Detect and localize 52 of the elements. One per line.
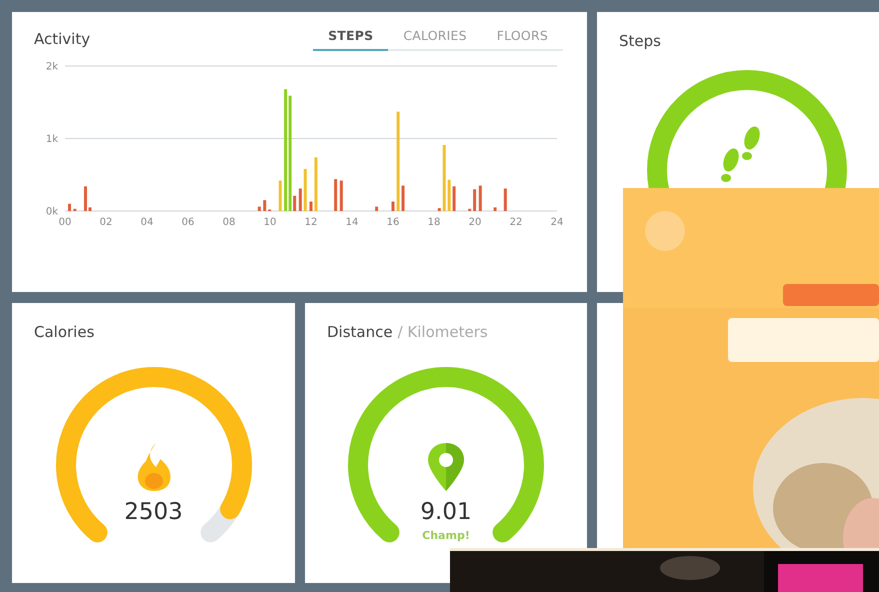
card-title: Activity bbox=[34, 30, 90, 48]
bar bbox=[304, 168, 307, 211]
axis-label: 0k bbox=[46, 206, 58, 218]
bar bbox=[73, 208, 76, 211]
axis-label: 14 bbox=[346, 217, 358, 228]
map-pin-icon bbox=[426, 441, 466, 493]
axis-label: 12 bbox=[304, 217, 318, 228]
status-label: Champ! bbox=[421, 529, 471, 542]
bar bbox=[402, 186, 405, 211]
bar bbox=[392, 202, 394, 211]
bar bbox=[314, 157, 318, 211]
chart-tab[interactable]: CALORIES bbox=[388, 28, 482, 51]
distance-value: 9.01 bbox=[419, 499, 473, 525]
bar bbox=[468, 208, 472, 211]
axis-label: 1k bbox=[46, 134, 58, 145]
bar bbox=[278, 180, 282, 211]
bar bbox=[68, 204, 71, 211]
axis-label: 2k bbox=[46, 62, 58, 72]
axis-label: 16 bbox=[386, 217, 400, 228]
unit-label: / Kilometers bbox=[398, 323, 488, 341]
bar bbox=[88, 207, 92, 211]
bar bbox=[334, 179, 338, 211]
axis-label: 18 bbox=[428, 217, 440, 228]
bar bbox=[448, 180, 451, 211]
chart-tab[interactable]: STEPS bbox=[313, 28, 388, 51]
card-title: Steps bbox=[619, 32, 662, 50]
axis-label: 10 bbox=[264, 217, 276, 228]
axis-label: 02 bbox=[100, 217, 112, 228]
axis-label: 04 bbox=[140, 217, 154, 228]
calories-value: 2503 bbox=[123, 499, 184, 525]
bar bbox=[258, 206, 261, 211]
axis-label: 24 bbox=[550, 217, 564, 228]
bar bbox=[438, 208, 441, 211]
bar bbox=[452, 186, 456, 211]
bar bbox=[340, 180, 343, 211]
bar bbox=[375, 206, 378, 211]
bar bbox=[298, 188, 302, 211]
bar bbox=[494, 207, 497, 211]
card-title: Calories bbox=[34, 323, 96, 341]
chart-tab[interactable]: FLOORS bbox=[482, 28, 563, 51]
card-title: Distance bbox=[327, 323, 393, 341]
bar bbox=[504, 188, 507, 211]
bar bbox=[84, 186, 87, 211]
bar bbox=[310, 202, 312, 211]
bar bbox=[263, 200, 266, 211]
bar bbox=[478, 186, 482, 211]
bar bbox=[442, 145, 446, 211]
axis-label: 06 bbox=[182, 217, 194, 228]
axis-label: 20 bbox=[468, 217, 482, 228]
axis-label: 00 bbox=[58, 217, 72, 228]
axis-label: 22 bbox=[510, 217, 522, 228]
axis-label: 08 bbox=[222, 217, 236, 228]
